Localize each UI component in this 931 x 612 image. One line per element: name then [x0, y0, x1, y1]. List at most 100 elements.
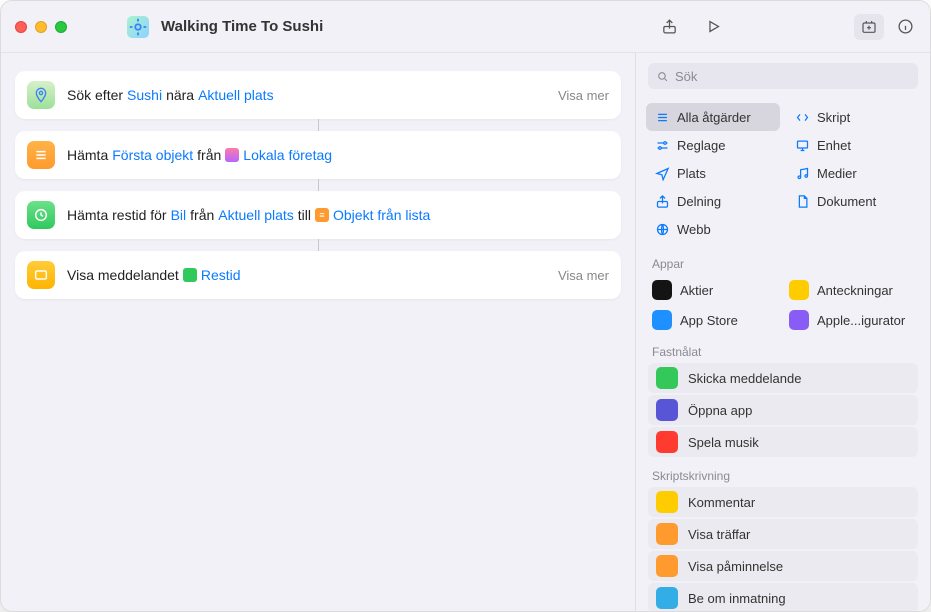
action-row[interactable]: Be om inmatning — [648, 583, 918, 611]
action-row-label: Be om inmatning — [688, 591, 786, 606]
app-icon — [652, 310, 672, 330]
search-placeholder: Sök — [675, 69, 697, 84]
action-row-label: Visa träffar — [688, 527, 750, 542]
doc-icon — [794, 193, 810, 209]
action-travel-time[interactable]: Hämta restid för Bil från Aktuell plats … — [15, 191, 621, 239]
action-row-icon — [656, 555, 678, 577]
list-icon — [27, 141, 55, 169]
action-row-label: Kommentar — [688, 495, 755, 510]
token-search-term[interactable]: Sushi — [127, 87, 162, 103]
app-item[interactable]: Anteckningar — [783, 275, 920, 305]
action-row-label: Visa påminnelse — [688, 559, 783, 574]
action-get-item[interactable]: Hämta Första objekt från Lokala företag — [15, 131, 621, 179]
library-button[interactable] — [854, 14, 884, 40]
token-location[interactable]: Aktuell plats — [198, 87, 273, 103]
zoom-window-button[interactable] — [55, 21, 67, 33]
web-icon — [654, 221, 670, 237]
category-music[interactable]: Medier — [786, 159, 920, 187]
show-more-button[interactable]: Visa mer — [558, 268, 609, 283]
app-icon — [789, 280, 809, 300]
actions-sidebar: Sök Alla åtgärder Skript Reglage Enhet Plats… — [635, 53, 930, 611]
action-row[interactable]: Spela musik — [648, 427, 918, 457]
app-item[interactable]: Aktier — [646, 275, 783, 305]
app-icon — [789, 310, 809, 330]
slider-icon — [654, 137, 670, 153]
list-icon — [654, 109, 670, 125]
action-text: Hämta restid för Bil från Aktuell plats … — [67, 207, 430, 223]
action-row[interactable]: Öppna app — [648, 395, 918, 425]
time-pill-icon — [183, 268, 197, 282]
action-row-label: Öppna app — [688, 403, 752, 418]
location-icon — [654, 165, 670, 181]
category-list[interactable]: Alla åtgärder — [646, 103, 780, 131]
action-row-icon — [656, 399, 678, 421]
category-slider[interactable]: Reglage — [646, 131, 780, 159]
category-label: Medier — [817, 166, 857, 181]
token-first-item[interactable]: Första objekt — [112, 147, 193, 163]
category-label: Reglage — [677, 138, 725, 153]
pinned-header: Fastnålat — [636, 335, 930, 363]
window-controls — [15, 21, 67, 33]
category-label: Skript — [817, 110, 850, 125]
pinned-list: Skicka meddelande Öppna app Spela musik — [636, 363, 930, 457]
app-label: Anteckningar — [817, 283, 893, 298]
category-device[interactable]: Enhet — [786, 131, 920, 159]
run-button[interactable] — [702, 16, 724, 38]
scripting-list: Kommentar Visa träffar Visa påminnelse Be o… — [636, 487, 930, 611]
category-script[interactable]: Skript — [786, 103, 920, 131]
action-row[interactable]: Visa påminnelse — [648, 551, 918, 581]
action-row[interactable]: Kommentar — [648, 487, 918, 517]
window-title: Walking Time To Sushi — [161, 18, 658, 35]
show-more-button[interactable]: Visa mer — [558, 88, 609, 103]
app-item[interactable]: Apple...igurator — [783, 305, 920, 335]
close-window-button[interactable] — [15, 21, 27, 33]
apps-header: Appar — [636, 251, 930, 275]
action-search-maps[interactable]: Sök efter Sushi nära Aktuell plats Visa … — [15, 71, 621, 119]
shortcut-icon — [127, 16, 149, 38]
category-label: Alla åtgärder — [677, 110, 751, 125]
action-row[interactable]: Skicka meddelande — [648, 363, 918, 393]
action-show-message[interactable]: Visa meddelandet Restid Visa mer — [15, 251, 621, 299]
maps-icon — [27, 81, 55, 109]
category-label: Enhet — [817, 138, 851, 153]
share-icon — [654, 193, 670, 209]
action-row-icon — [656, 431, 678, 453]
app-label: Apple...igurator — [817, 313, 905, 328]
action-row-icon — [656, 491, 678, 513]
connector-line — [318, 179, 319, 191]
script-icon — [794, 109, 810, 125]
app-label: Aktier — [680, 283, 713, 298]
apps-list: Aktier Anteckningar App Store Apple...igura… — [636, 275, 930, 335]
category-label: Webb — [677, 222, 711, 237]
category-label: Plats — [677, 166, 706, 181]
action-row-icon — [656, 523, 678, 545]
share-button[interactable] — [658, 16, 680, 38]
category-grid: Alla åtgärder Skript Reglage Enhet Plats Medi… — [636, 99, 930, 251]
token-to-location[interactable]: ≡ Objekt från lista — [315, 207, 430, 223]
category-share[interactable]: Delning — [646, 187, 780, 215]
search-input[interactable]: Sök — [648, 63, 918, 89]
connector-line — [318, 239, 319, 251]
action-row-label: Skicka meddelande — [688, 371, 801, 386]
minimize-window-button[interactable] — [35, 21, 47, 33]
category-label: Dokument — [817, 194, 876, 209]
scripting-header: Skriptskrivning — [636, 459, 930, 487]
category-web[interactable]: Webb — [646, 215, 780, 243]
time-icon — [27, 201, 55, 229]
token-travel-time-var[interactable]: Restid — [183, 267, 241, 283]
action-row-label: Spela musik — [688, 435, 759, 450]
music-icon — [794, 165, 810, 181]
info-button[interactable] — [894, 16, 916, 38]
token-transport[interactable]: Bil — [171, 207, 187, 223]
category-doc[interactable]: Dokument — [786, 187, 920, 215]
action-text: Visa meddelandet Restid — [67, 267, 241, 283]
action-row[interactable]: Visa träffar — [648, 519, 918, 549]
category-label: Delning — [677, 194, 721, 209]
token-from-location[interactable]: Aktuell plats — [218, 207, 293, 223]
workflow-canvas[interactable]: Sök efter Sushi nära Aktuell plats Visa … — [1, 53, 635, 611]
app-item[interactable]: App Store — [646, 305, 783, 335]
connector-line — [318, 119, 319, 131]
category-location[interactable]: Plats — [646, 159, 780, 187]
action-row-icon — [656, 367, 678, 389]
token-local-businesses[interactable]: Lokala företag — [225, 147, 332, 163]
